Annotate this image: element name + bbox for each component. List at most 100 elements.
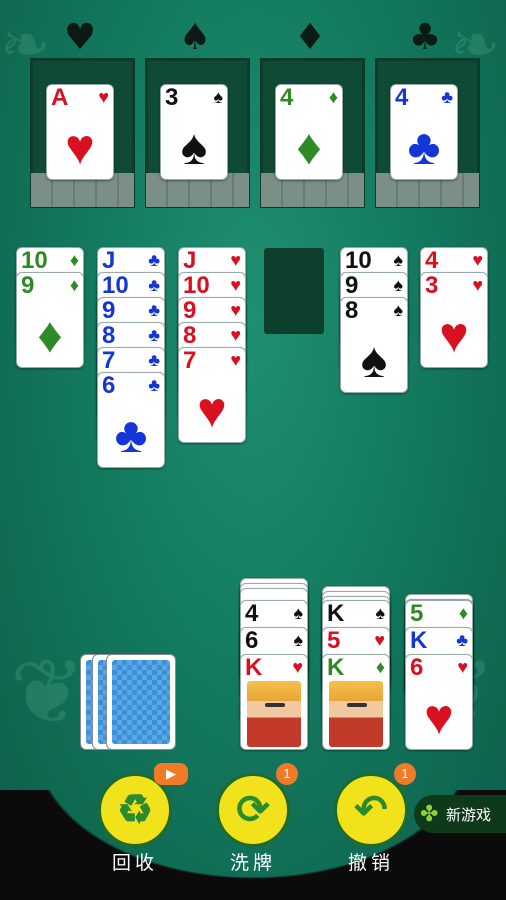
card-center-suit-icon: ♣ <box>114 407 148 463</box>
club-suit-icon: ♣ <box>408 17 442 58</box>
playing-card[interactable]: 4 ♦ ♦ <box>275 84 343 180</box>
spade-suit-icon: ♠ <box>178 17 212 58</box>
card-suit-icon: ♦ <box>458 603 468 623</box>
playing-card[interactable]: 6 ♥ ♥ <box>405 654 473 750</box>
card-rank: 8 <box>345 297 359 324</box>
king-portrait <box>329 681 383 747</box>
card-center-suit-icon: ♥ <box>65 119 95 175</box>
card-rank: 4 <box>245 600 259 627</box>
card-rank: J <box>183 247 197 274</box>
undo-count-badge: 1 <box>394 763 416 785</box>
card-rank: 9 <box>21 272 35 299</box>
new-game-label: 新游戏 <box>446 806 492 824</box>
card-rank: 6 <box>410 654 424 681</box>
playing-card[interactable]: 7 ♥ ♥ <box>178 347 246 443</box>
shuffle-label: 洗牌 <box>229 853 276 874</box>
card-suit-icon: ♠ <box>293 603 303 623</box>
card-rank: 4 <box>280 84 294 111</box>
card-suit-icon: ♣ <box>148 325 160 345</box>
card-suit-icon: ♥ <box>230 275 241 295</box>
card-rank: 3 <box>165 84 179 111</box>
shuffle-count-badge: 1 <box>276 763 298 785</box>
card-suit-icon: ♥ <box>472 275 483 295</box>
playing-card[interactable]: K ♥ <box>240 654 308 750</box>
card-suit-icon: ♥ <box>472 250 483 270</box>
card-suit-icon: ♥ <box>374 630 385 650</box>
card-suit-icon: ♣ <box>148 300 160 320</box>
recycle-label: 回收 <box>111 853 158 874</box>
card-center-suit-icon: ♠ <box>180 119 208 175</box>
card-rank: 10 <box>183 272 210 299</box>
card-rank: 4 <box>425 247 439 274</box>
card-rank: 4 <box>395 84 409 111</box>
playing-card[interactable]: 4 ♣ ♣ <box>390 84 458 180</box>
card-suit-icon: ♣ <box>148 275 160 295</box>
card-rank: 9 <box>345 272 359 299</box>
playing-card[interactable]: 3 ♥ ♥ <box>420 272 488 368</box>
undo-label: 撤销 <box>347 853 394 874</box>
card-suit-icon: ♥ <box>98 87 109 107</box>
card-rank: 10 <box>345 247 372 274</box>
diamond-suit-icon: ♦ <box>293 17 327 58</box>
card-suit-icon: ♦ <box>328 87 338 107</box>
table-ornament-left: ❦ <box>10 640 86 745</box>
playing-card[interactable]: K ♦ <box>322 654 390 750</box>
playing-card[interactable]: 9 ♦ ♦ <box>16 272 84 368</box>
recycle-icon: ♻ <box>117 788 153 832</box>
card-rank: 10 <box>21 247 48 274</box>
card-rank: 10 <box>102 272 129 299</box>
card-suit-icon: ♥ <box>457 657 468 677</box>
card-suit-icon: ♥ <box>230 300 241 320</box>
card-center-suit-icon: ♥ <box>424 689 454 745</box>
playing-card[interactable]: 6 ♣ ♣ <box>97 372 165 468</box>
card-suit-icon: ♦ <box>375 657 385 677</box>
card-rank: K <box>327 654 345 681</box>
card-rank: 7 <box>102 347 116 374</box>
card-suit-icon: ♥ <box>292 657 303 677</box>
card-rank: K <box>245 654 263 681</box>
card-rank: K <box>327 600 345 627</box>
card-rank: 7 <box>183 347 197 374</box>
shuffle-icon: ⟳ <box>236 788 270 832</box>
card-back[interactable] <box>106 654 176 750</box>
playing-card[interactable]: 3 ♠ ♠ <box>160 84 228 180</box>
card-rank: K <box>410 627 428 654</box>
card-center-suit-icon: ♦ <box>37 307 63 363</box>
card-rank: 8 <box>183 322 197 349</box>
card-suit-icon: ♠ <box>293 630 303 650</box>
card-suit-icon: ♦ <box>69 250 79 270</box>
card-suit-icon: ♠ <box>213 87 223 107</box>
playing-card[interactable]: A ♥ ♥ <box>46 84 114 180</box>
card-center-suit-icon: ♠ <box>360 332 388 388</box>
undo-button[interactable]: ↶ <box>334 773 408 847</box>
card-suit-icon: ♠ <box>393 250 403 270</box>
card-rank: A <box>51 84 69 111</box>
card-suit-icon: ♥ <box>230 250 241 270</box>
king-portrait <box>247 681 301 747</box>
new-game-button[interactable]: ✤ 新游戏 <box>414 795 506 833</box>
card-suit-icon: ♣ <box>148 250 160 270</box>
card-rank: 5 <box>410 600 424 627</box>
card-suit-icon: ♠ <box>375 603 385 623</box>
card-suit-icon: ♥ <box>230 350 241 370</box>
empty-tableau-slot[interactable] <box>264 248 324 334</box>
clover-icon: ✤ <box>420 801 439 826</box>
shuffle-button[interactable]: ⟳ <box>216 773 290 847</box>
card-center-suit-icon: ♦ <box>296 119 322 175</box>
video-ad-badge: ▶ <box>154 763 188 785</box>
card-center-suit-icon: ♥ <box>439 307 469 363</box>
card-suit-icon: ♠ <box>393 300 403 320</box>
card-suit-icon: ♣ <box>148 375 160 395</box>
heart-suit-icon: ♥ <box>63 17 97 58</box>
card-suit-icon: ♦ <box>69 275 79 295</box>
card-rank: 9 <box>183 297 197 324</box>
card-suit-icon: ♣ <box>148 350 160 370</box>
card-suit-icon: ♣ <box>456 630 468 650</box>
card-suit-icon: ♥ <box>230 325 241 345</box>
card-suit-icon: ♠ <box>393 275 403 295</box>
card-rank: 8 <box>102 322 116 349</box>
card-rank: 9 <box>102 297 116 324</box>
playing-card[interactable]: 8 ♠ ♠ <box>340 297 408 393</box>
undo-icon: ↶ <box>354 788 388 832</box>
card-rank: 5 <box>327 627 341 654</box>
